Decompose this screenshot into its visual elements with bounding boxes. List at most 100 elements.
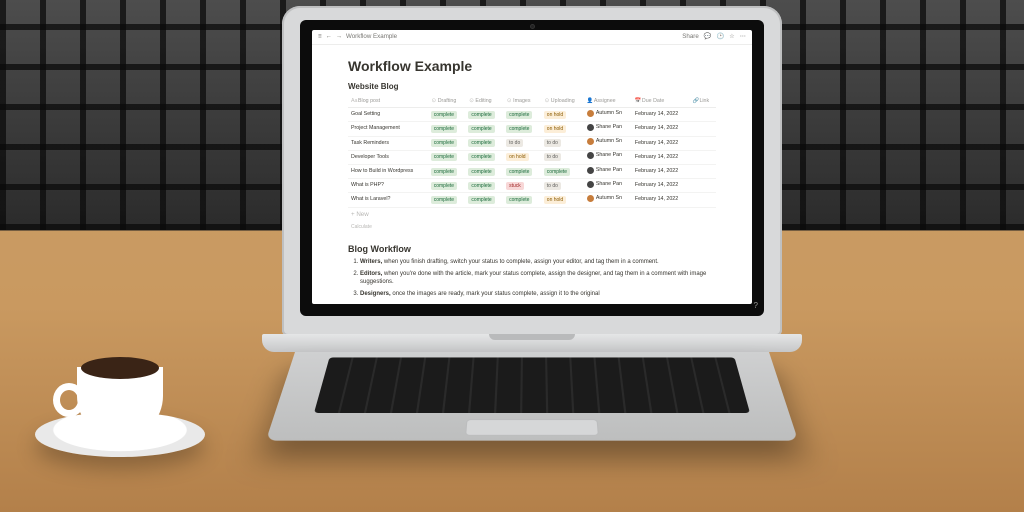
cell-images[interactable]: to do — [503, 136, 541, 150]
share-button[interactable]: Share — [682, 33, 699, 41]
cell-uploading[interactable]: to do — [541, 136, 584, 150]
col-due[interactable]: 📅Due Date — [632, 96, 690, 108]
cell-editing[interactable]: complete — [465, 136, 503, 150]
cell-assignee[interactable]: Shane Pan — [584, 150, 632, 164]
table-row[interactable]: What is PHP?completecompletestuckto doSh… — [348, 179, 716, 193]
cell-assignee[interactable]: Autumn Sn — [584, 136, 632, 150]
comments-icon[interactable]: 💬 — [704, 33, 712, 41]
cell-images[interactable]: on hold — [503, 150, 541, 164]
avatar — [587, 138, 594, 145]
cell-assignee[interactable]: Autumn Sn — [584, 193, 632, 207]
col-images[interactable]: ⊙Images — [503, 96, 541, 108]
back-icon[interactable]: ← — [326, 33, 332, 41]
col-editing[interactable]: ⊙Editing — [465, 96, 503, 108]
cell-assignee[interactable]: Autumn Sn — [584, 108, 632, 122]
cell-drafting[interactable]: complete — [428, 193, 466, 207]
cell-drafting[interactable]: complete — [428, 122, 466, 136]
cell-uploading[interactable]: on hold — [541, 108, 584, 122]
database-title[interactable]: Website Blog — [348, 82, 716, 93]
cell-name[interactable]: Project Management — [348, 122, 428, 136]
cell-drafting[interactable]: complete — [428, 165, 466, 179]
table-row[interactable]: What is Laravel?completecompletecomplete… — [348, 193, 716, 207]
table-row[interactable]: Goal Settingcompletecompletecompleteon h… — [348, 108, 716, 122]
cell-drafting[interactable]: complete — [428, 108, 466, 122]
cell-images[interactable]: complete — [503, 165, 541, 179]
cell-link[interactable] — [689, 165, 716, 179]
col-name[interactable]: AaBlog post — [348, 96, 428, 108]
cell-link[interactable] — [689, 122, 716, 136]
updates-icon[interactable]: 🕑 — [717, 33, 725, 41]
date-prop-icon: 📅 — [635, 98, 641, 105]
cell-images[interactable]: complete — [503, 193, 541, 207]
cell-name[interactable]: Task Reminders — [348, 136, 428, 150]
cell-link[interactable] — [689, 179, 716, 193]
col-link[interactable]: 🔗Link — [689, 96, 716, 108]
select-prop-icon: ⊙ — [431, 98, 437, 105]
cell-drafting[interactable]: complete — [428, 150, 466, 164]
section-heading[interactable]: Blog Workflow — [348, 243, 716, 255]
cell-due[interactable]: February 14, 2022 — [632, 108, 690, 122]
person-prop-icon: 👤 — [587, 98, 593, 105]
more-icon[interactable]: ⋯ — [740, 33, 746, 41]
cell-due[interactable]: February 14, 2022 — [632, 193, 690, 207]
cell-link[interactable] — [689, 108, 716, 122]
cell-editing[interactable]: complete — [465, 122, 503, 136]
cell-link[interactable] — [689, 136, 716, 150]
cell-editing[interactable]: complete — [465, 108, 503, 122]
cell-images[interactable]: complete — [503, 122, 541, 136]
workflow-step: Writers, when you finish drafting, switc… — [360, 258, 716, 266]
table-row[interactable]: Task Reminderscompletecompleteto doto do… — [348, 136, 716, 150]
cell-link[interactable] — [689, 193, 716, 207]
cell-due[interactable]: February 14, 2022 — [632, 122, 690, 136]
avatar — [587, 110, 594, 117]
cell-name[interactable]: Developer Tools — [348, 150, 428, 164]
photo-scene: ≡ ← → Workflow Example Share 💬 🕑 ☆ ⋯ — [0, 0, 1024, 512]
cell-due[interactable]: February 14, 2022 — [632, 179, 690, 193]
cell-assignee[interactable]: Shane Pan — [584, 122, 632, 136]
url-prop-icon: 🔗 — [692, 98, 698, 105]
cell-images[interactable]: complete — [503, 108, 541, 122]
cell-editing[interactable]: complete — [465, 150, 503, 164]
cell-due[interactable]: February 14, 2022 — [632, 136, 690, 150]
cell-drafting[interactable]: complete — [428, 179, 466, 193]
table-row[interactable]: Developer Toolscompletecompleteon holdto… — [348, 150, 716, 164]
workflow-step: Editors, when you're done with the artic… — [360, 270, 716, 286]
calculate-button[interactable]: Calculate — [348, 222, 716, 233]
cell-name[interactable]: What is Laravel? — [348, 193, 428, 207]
sidebar-toggle-icon[interactable]: ≡ — [318, 33, 322, 41]
select-prop-icon: ⊙ — [544, 98, 550, 105]
cell-uploading[interactable]: to do — [541, 150, 584, 164]
forward-icon[interactable]: → — [336, 33, 342, 41]
cell-assignee[interactable]: Shane Pan — [584, 165, 632, 179]
cell-editing[interactable]: complete — [465, 165, 503, 179]
table-header-row: AaBlog post ⊙Drafting ⊙Editing ⊙Images ⊙… — [348, 96, 716, 108]
cell-uploading[interactable]: to do — [541, 179, 584, 193]
laptop: ≡ ← → Workflow Example Share 💬 🕑 ☆ ⋯ — [262, 6, 802, 470]
table-row[interactable]: Project Managementcompletecompletecomple… — [348, 122, 716, 136]
avatar — [587, 195, 594, 202]
breadcrumb[interactable]: Workflow Example — [346, 33, 397, 41]
cell-name[interactable]: How to Build in Wordpress — [348, 165, 428, 179]
cell-due[interactable]: February 14, 2022 — [632, 165, 690, 179]
cell-drafting[interactable]: complete — [428, 136, 466, 150]
favorite-icon[interactable]: ☆ — [729, 33, 735, 41]
page-title[interactable]: Workflow Example — [348, 57, 716, 76]
cell-link[interactable] — [689, 150, 716, 164]
col-assignee[interactable]: 👤Assignee — [584, 96, 632, 108]
cell-name[interactable]: Goal Setting — [348, 108, 428, 122]
cell-editing[interactable]: complete — [465, 193, 503, 207]
cell-uploading[interactable]: on hold — [541, 193, 584, 207]
cell-due[interactable]: February 14, 2022 — [632, 150, 690, 164]
cell-uploading[interactable]: on hold — [541, 122, 584, 136]
select-prop-icon: ⊙ — [468, 98, 474, 105]
cell-editing[interactable]: complete — [465, 179, 503, 193]
col-drafting[interactable]: ⊙Drafting — [428, 96, 466, 108]
coffee-cup — [35, 337, 205, 457]
cell-name[interactable]: What is PHP? — [348, 179, 428, 193]
new-row-button[interactable]: + New — [348, 208, 716, 222]
cell-uploading[interactable]: complete — [541, 165, 584, 179]
col-uploading[interactable]: ⊙Uploading — [541, 96, 584, 108]
table-row[interactable]: How to Build in Wordpresscompletecomplet… — [348, 165, 716, 179]
cell-assignee[interactable]: Shane Pan — [584, 179, 632, 193]
cell-images[interactable]: stuck — [503, 179, 541, 193]
